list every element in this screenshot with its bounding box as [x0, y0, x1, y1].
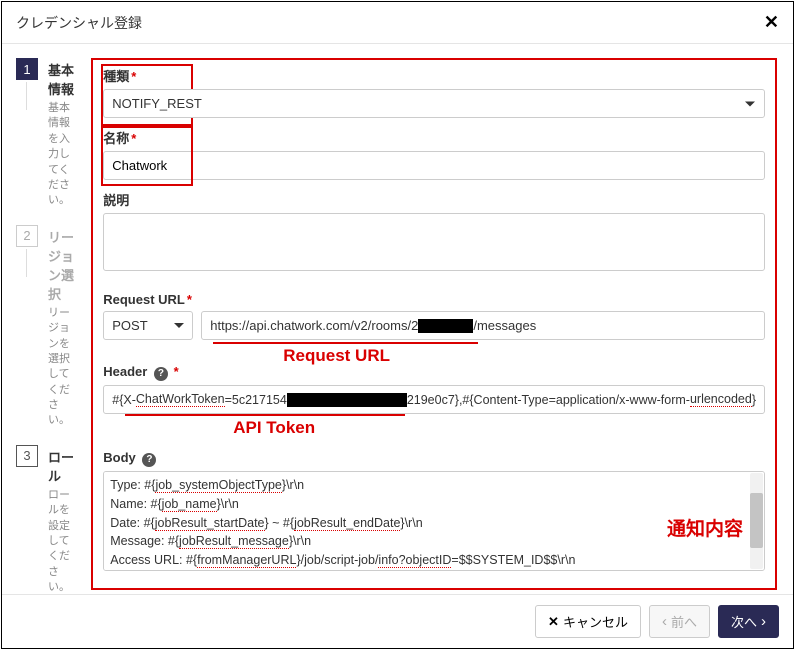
annotation-request-url: Request URL	[283, 346, 390, 366]
highlight-box-main: 種類* NOTIFY_REST 名称*	[91, 58, 777, 590]
close-icon[interactable]: ✕	[764, 12, 779, 33]
chevron-down-icon	[745, 101, 755, 106]
step-number: 1	[16, 58, 38, 80]
step-desc: リージョンを選択してください。	[48, 306, 79, 429]
prev-button[interactable]: 前へ	[649, 605, 710, 638]
type-select[interactable]: NOTIFY_REST	[103, 89, 765, 118]
desc-label: 説明	[103, 190, 765, 209]
type-label: 種類*	[103, 66, 765, 85]
body-textarea[interactable]: Type: #{job_systemObjectType}\r\n Name: …	[103, 471, 765, 571]
censor-bar	[418, 319, 473, 333]
request-url-label: Request URL*	[103, 292, 765, 307]
name-label: 名称*	[103, 128, 765, 147]
body-label: Body ?	[103, 450, 765, 467]
scrollbar-thumb[interactable]	[750, 493, 763, 548]
dialog-footer: ✕ キャンセル 前へ 次へ	[2, 594, 793, 648]
wizard-steps-sidebar: 1 基本情報 基本情報を入力してください。 2 リージョン選択 リージョンを選択…	[2, 44, 87, 596]
step-basic-info[interactable]: 1 基本情報 基本情報を入力してください。	[16, 58, 79, 209]
next-button[interactable]: 次へ	[718, 605, 779, 638]
step-role[interactable]: 3 ロール ロールを設定してください。	[16, 445, 79, 596]
dialog-header: クレデンシャル登録 ✕	[2, 2, 793, 44]
header-label: Header ? *	[103, 364, 765, 381]
step-number: 3	[16, 445, 38, 467]
step-title: ロール	[48, 447, 79, 485]
help-icon[interactable]: ?	[154, 367, 168, 381]
step-number: 2	[16, 225, 38, 247]
request-url-input[interactable]: https://api.chatwork.com/v2/rooms/2/mess…	[201, 311, 765, 340]
annotation-api-token: API Token	[233, 418, 315, 438]
step-title: リージョン選択	[48, 227, 79, 303]
dialog-title: クレデンシャル登録	[16, 13, 142, 33]
step-desc: 基本情報を入力してください。	[48, 101, 79, 209]
censor-bar	[287, 393, 407, 407]
name-input[interactable]	[103, 151, 765, 180]
help-icon[interactable]: ?	[142, 453, 156, 467]
step-desc: ロールを設定してください。	[48, 488, 79, 596]
chevron-down-icon	[174, 323, 184, 328]
step-title: 基本情報	[48, 60, 79, 98]
form-main-panel: 種類* NOTIFY_REST 名称*	[87, 44, 793, 596]
desc-textarea[interactable]	[103, 213, 765, 271]
header-input[interactable]: #{X-ChatWorkToken=5c217154219e0c7},#{Con…	[103, 385, 765, 414]
http-method-select[interactable]: POST	[103, 311, 193, 340]
http-method-value: POST	[112, 318, 147, 333]
step-region-select[interactable]: 2 リージョン選択 リージョンを選択してください。	[16, 225, 79, 429]
cancel-button[interactable]: ✕ キャンセル	[535, 605, 641, 638]
